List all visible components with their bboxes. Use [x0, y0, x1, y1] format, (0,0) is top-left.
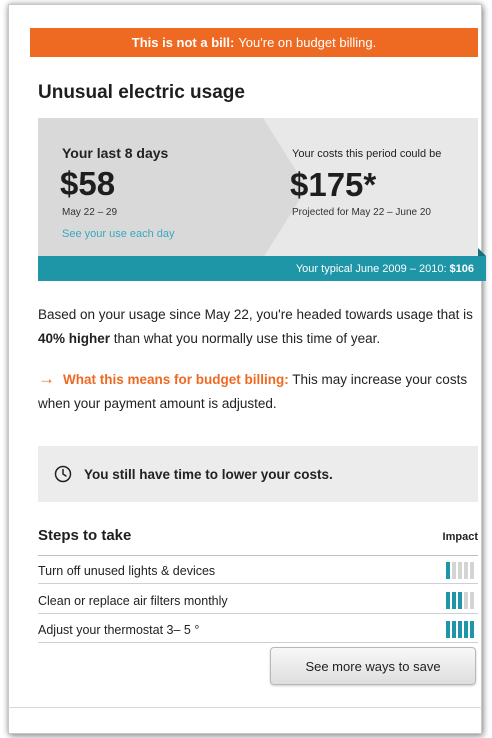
impact-bar-segment [458, 621, 462, 638]
impact-bar-segment [470, 562, 474, 579]
callout-text: You still have time to lower your costs. [84, 466, 333, 482]
steps-header: Steps to take Impact [38, 525, 478, 556]
impact-bar-segment [446, 592, 450, 609]
page-title: Unusual electric usage [38, 82, 245, 103]
step-row: Adjust your thermostat 3– 5 ° [38, 618, 478, 643]
impact-bar-segment [452, 621, 456, 638]
budget-billing-banner: This is not a bill: You're on budget bil… [30, 28, 478, 57]
ribbon-fold [478, 248, 486, 256]
impact-bar-segment [458, 592, 462, 609]
budget-note-lead: What this means for budget billing: [63, 372, 289, 387]
impact-bar-segment [470, 592, 474, 609]
step-label: Clean or replace air filters monthly [38, 594, 228, 608]
usage-highlight: 40% higher [38, 331, 111, 346]
impact-bar-segment [452, 592, 456, 609]
impact-meter [446, 621, 474, 638]
impact-meter [446, 592, 474, 609]
budget-billing-note: → What this means for budget billing: Thi… [38, 367, 486, 416]
last-days-amount: $58 [60, 165, 116, 202]
see-daily-use-link[interactable]: See your use each day [62, 228, 175, 240]
usage-text-part2: than what you normally use this time of … [110, 331, 381, 346]
last-days-range: May 22 – 29 [62, 207, 118, 218]
impact-bar-segment [464, 562, 468, 579]
usage-comparison-text: Based on your usage since May 22, you're… [38, 303, 486, 351]
impact-column-label: Impact [442, 531, 478, 543]
clock-icon [54, 465, 72, 483]
impact-bar-segment [458, 562, 462, 579]
typical-cost-amount: $106 [449, 262, 474, 275]
footer-divider [8, 707, 482, 708]
lower-costs-callout: You still have time to lower your costs. [38, 446, 478, 502]
impact-meter [446, 562, 474, 579]
impact-bar-segment [446, 562, 450, 579]
impact-bar-segment [464, 621, 468, 638]
impact-bar-segment [470, 621, 474, 638]
banner-bold-text: This is not a bill: [131, 35, 235, 50]
arrow-right-icon: → [38, 369, 55, 388]
projected-range: Projected for May 22 – June 20 [292, 207, 431, 218]
step-row: Clean or replace air filters monthly [38, 589, 478, 614]
last-days-label: Your last 8 days [62, 145, 169, 161]
banner-text: You're on budget billing. [238, 35, 377, 50]
step-label: Turn off unused lights & devices [38, 564, 216, 578]
projected-cost-label: Your costs this period could be [292, 148, 442, 160]
usage-text-part1: Based on your usage since May 22, you're… [38, 307, 473, 322]
impact-bar-segment [464, 592, 468, 609]
impact-bar-segment [452, 562, 456, 579]
typical-cost-bar: Your typical June 2009 – 2010: $106 [38, 256, 486, 281]
step-label: Adjust your thermostat 3– 5 ° [38, 623, 200, 637]
see-more-ways-button[interactable]: See more ways to save [270, 647, 476, 685]
step-row: Turn off unused lights & devices [38, 559, 478, 584]
projected-cost-amount: $175* [290, 166, 377, 203]
impact-bar-segment [446, 621, 450, 638]
steps-title: Steps to take [38, 527, 132, 544]
typical-cost-label: Your typical June 2009 – 2010: [295, 262, 447, 275]
cost-summary-panel: Your last 8 days $58 May 22 – 29 See you… [38, 118, 478, 258]
